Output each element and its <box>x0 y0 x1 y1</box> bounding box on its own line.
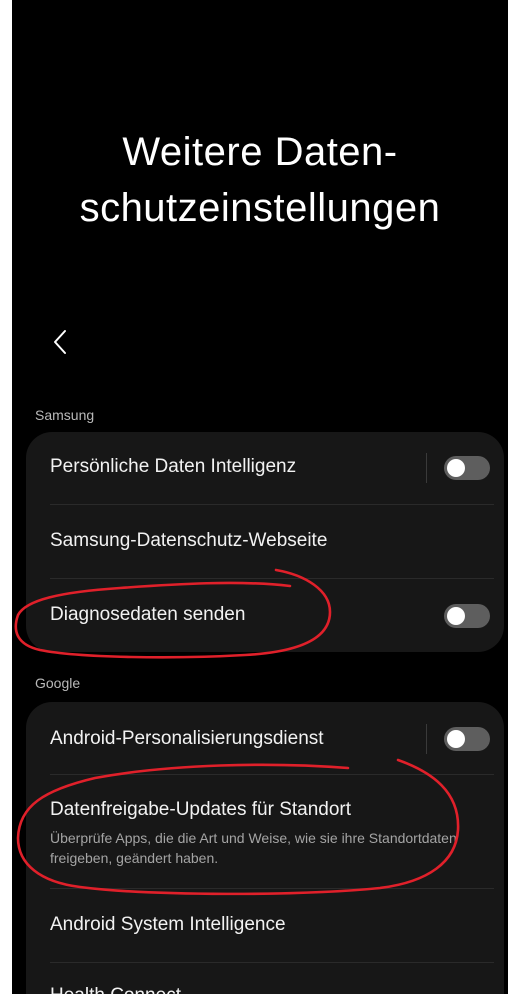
setting-label: Samsung-Datenschutz-Webseite <box>50 530 328 551</box>
google-settings-card: Android-Personalisierungsdienst Datenfre… <box>26 702 504 994</box>
separator <box>426 453 427 483</box>
page-title-line-2: schutzeinstellungen <box>79 186 441 230</box>
setting-label: Android-Personalisierungsdienst <box>50 728 324 749</box>
toggle-knob <box>447 730 465 748</box>
setting-android-system-intelligence[interactable]: Android System Intelligence <box>26 889 504 961</box>
setting-personal-data-intelligence[interactable]: Persönliche Daten Intelligenz <box>26 432 504 504</box>
setting-label: Health Connect <box>50 985 181 994</box>
samsung-settings-card: Persönliche Daten Intelligenz Samsung-Da… <box>26 432 504 652</box>
setting-label: Diagnosedaten senden <box>50 604 246 625</box>
setting-health-connect[interactable]: Health Connect <box>26 963 504 994</box>
chevron-left-icon <box>54 330 66 354</box>
setting-description: Überprüfe Apps, die die Art und Weise, w… <box>50 830 457 866</box>
setting-android-personalization-service[interactable]: Android-Personalisierungsdienst <box>26 702 504 774</box>
setting-label: Persönliche Daten Intelligenz <box>50 456 297 477</box>
back-button[interactable] <box>40 322 80 362</box>
setting-label: Datenfreigabe-Updates für Standort <box>50 799 352 820</box>
toggle-knob <box>447 459 465 477</box>
setting-samsung-privacy-website[interactable]: Samsung-Datenschutz-Webseite <box>26 505 504 577</box>
diagnostic-data-toggle[interactable] <box>444 604 490 628</box>
section-label-samsung: Samsung <box>35 407 95 423</box>
setting-label: Android System Intelligence <box>50 914 286 935</box>
section-label-google: Google <box>35 675 81 691</box>
setting-location-data-sharing-updates[interactable]: Datenfreigabe-Updates für Standort Überp… <box>26 775 504 887</box>
toggle-knob <box>447 607 465 625</box>
separator <box>426 724 427 754</box>
android-personalization-toggle[interactable] <box>444 727 490 751</box>
setting-send-diagnostic-data[interactable]: Diagnosedaten senden <box>26 579 504 652</box>
personal-data-intelligence-toggle[interactable] <box>444 456 490 480</box>
page-title-line-1: Weitere Daten- <box>122 130 398 174</box>
page-title: Weitere Daten- schutzeinstellungen <box>12 124 508 236</box>
settings-screen: Weitere Daten- schutzeinstellungen Samsu… <box>12 0 508 994</box>
